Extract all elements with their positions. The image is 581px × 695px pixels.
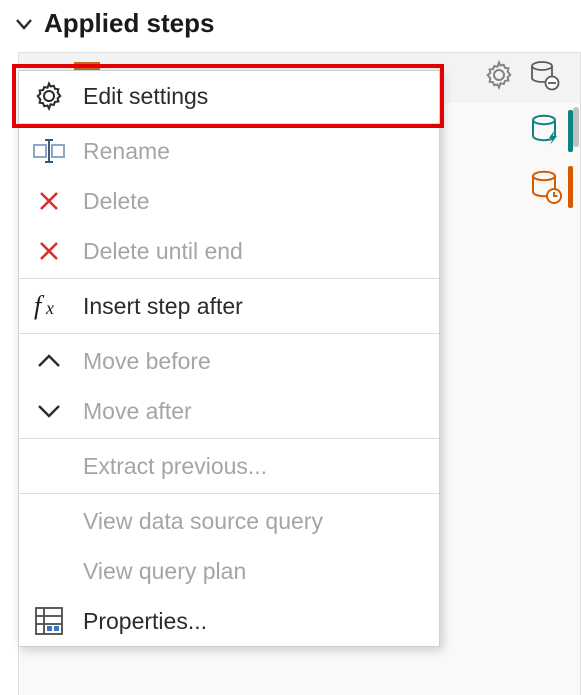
steps-scrollbar[interactable] bbox=[573, 107, 579, 147]
menu-label: Move before bbox=[83, 348, 429, 375]
side-bar-orange bbox=[568, 166, 573, 208]
svg-text:x: x bbox=[45, 298, 54, 318]
menu-delete[interactable]: Delete bbox=[19, 176, 439, 226]
menu-label: Extract previous... bbox=[83, 453, 429, 480]
applied-steps-title: Applied steps bbox=[44, 8, 214, 39]
fx-icon: f x bbox=[31, 292, 67, 320]
delete-icon bbox=[31, 239, 67, 263]
menu-move-before[interactable]: Move before bbox=[19, 336, 439, 386]
menu-view-data-source-query[interactable]: View data source query bbox=[19, 496, 439, 546]
menu-edit-settings[interactable]: Edit settings bbox=[19, 71, 439, 121]
chevron-down-icon bbox=[31, 402, 67, 420]
menu-label: Properties... bbox=[83, 608, 429, 635]
menu-label: Rename bbox=[83, 138, 429, 165]
database-clock-icon[interactable] bbox=[529, 166, 573, 208]
menu-label: Delete bbox=[83, 188, 429, 215]
menu-view-query-plan[interactable]: View query plan bbox=[19, 546, 439, 596]
menu-label: Move after bbox=[83, 398, 429, 425]
menu-label: View query plan bbox=[83, 558, 429, 585]
menu-delete-until-end[interactable]: Delete until end bbox=[19, 226, 439, 276]
chevron-up-icon bbox=[31, 352, 67, 370]
menu-move-after[interactable]: Move after bbox=[19, 386, 439, 436]
menu-separator bbox=[19, 333, 439, 334]
svg-text:f: f bbox=[34, 292, 45, 320]
step-context-menu: Edit settings Rename Delete Delete until… bbox=[18, 70, 440, 647]
menu-properties[interactable]: Properties... bbox=[19, 596, 439, 646]
menu-label: Delete until end bbox=[83, 238, 429, 265]
menu-separator bbox=[19, 493, 439, 494]
menu-label: Insert step after bbox=[83, 293, 429, 320]
side-bar-teal bbox=[568, 110, 573, 152]
step-settings-gear-icon[interactable] bbox=[484, 60, 514, 96]
gear-icon bbox=[31, 81, 67, 111]
menu-label: Edit settings bbox=[83, 83, 429, 110]
menu-insert-step-after[interactable]: f x Insert step after bbox=[19, 281, 439, 331]
database-bolt-icon[interactable] bbox=[529, 110, 573, 152]
properties-icon bbox=[31, 606, 67, 636]
menu-extract-previous[interactable]: Extract previous... bbox=[19, 441, 439, 491]
rename-icon bbox=[31, 139, 67, 163]
collapse-chevron-icon[interactable] bbox=[14, 14, 34, 34]
menu-separator bbox=[19, 438, 439, 439]
menu-label: View data source query bbox=[83, 508, 429, 535]
applied-steps-header: Applied steps bbox=[0, 0, 581, 49]
menu-separator bbox=[19, 123, 439, 124]
menu-rename[interactable]: Rename bbox=[19, 126, 439, 176]
step-database-remove-icon[interactable] bbox=[528, 59, 560, 97]
side-icons bbox=[529, 110, 573, 208]
menu-separator bbox=[19, 278, 439, 279]
delete-icon bbox=[31, 189, 67, 213]
